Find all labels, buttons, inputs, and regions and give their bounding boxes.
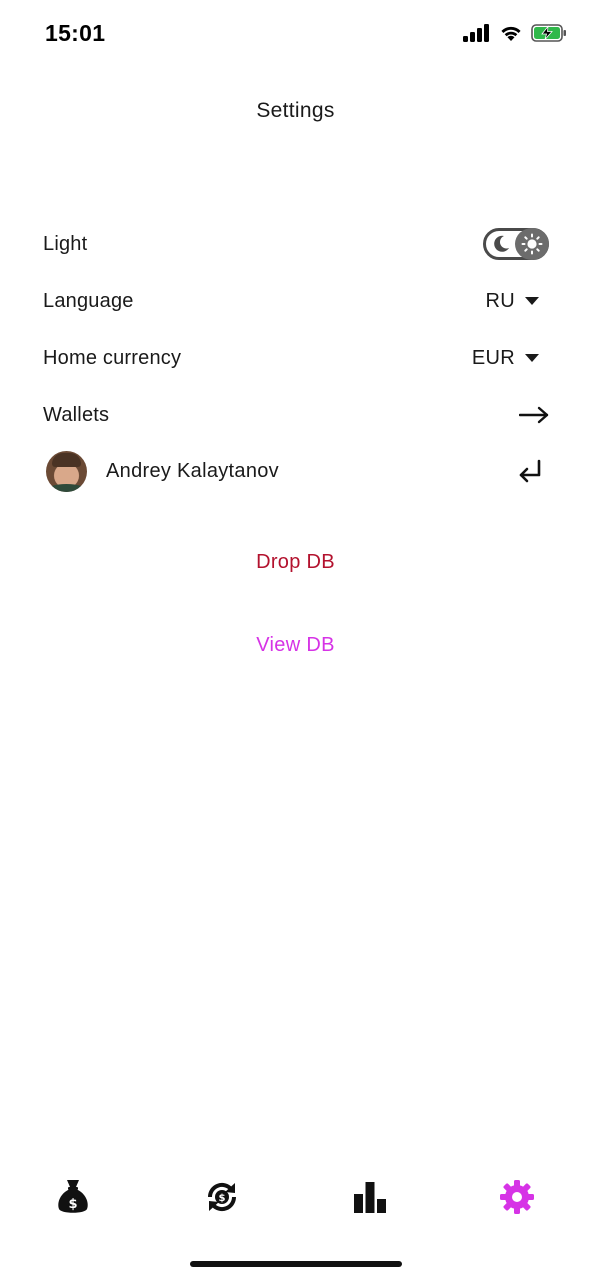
moon-icon — [494, 235, 509, 252]
theme-setting-row: Light — [43, 224, 549, 264]
language-label: Language — [43, 289, 134, 312]
toggle-knob — [515, 228, 549, 260]
home-currency-label: Home currency — [43, 346, 182, 369]
wallets-label: Wallets — [43, 403, 110, 426]
gear-icon — [500, 1180, 534, 1214]
avatar — [46, 450, 87, 492]
nav-bar-chart[interactable] — [343, 1170, 397, 1224]
sun-icon — [521, 233, 543, 255]
arrow-right-icon[interactable] — [519, 406, 549, 424]
status-bar: 15:01 — [0, 0, 591, 72]
home-currency-dropdown[interactable]: EUR — [472, 347, 549, 370]
home-indicator[interactable] — [190, 1261, 402, 1267]
nav-settings[interactable] — [490, 1170, 544, 1224]
money-bag-icon: $ — [58, 1180, 88, 1213]
currency-exchange-icon: $ — [207, 1182, 237, 1212]
nav-currency-exchange[interactable]: $ — [195, 1170, 249, 1224]
caret-down-icon — [525, 354, 539, 362]
home-currency-setting-row: Home currency EUR — [43, 338, 549, 378]
language-value: RU — [485, 289, 515, 312]
language-dropdown[interactable]: RU — [486, 290, 550, 313]
theme-toggle[interactable] — [483, 228, 549, 260]
signal-icon — [463, 24, 489, 42]
wallets-setting-row[interactable]: Wallets — [43, 395, 549, 435]
battery-charging-icon — [531, 24, 566, 42]
drop-db-button[interactable]: Drop DB — [0, 551, 591, 574]
view-db-button[interactable]: View DB — [0, 634, 591, 657]
caret-down-icon — [525, 297, 539, 305]
nav-money-bag[interactable]: $ — [46, 1170, 100, 1224]
status-time: 15:01 — [45, 20, 106, 46]
bar-chart-icon — [354, 1182, 386, 1213]
bottom-nav: $ $ — [0, 1170, 591, 1224]
svg-text:$: $ — [219, 1193, 226, 1204]
user-name: Andrey Kalaytanov — [106, 459, 279, 482]
user-info: Andrey Kalaytanov — [43, 450, 279, 492]
logout-return-icon[interactable] — [517, 458, 543, 484]
home-currency-value: EUR — [471, 346, 515, 369]
status-icons — [463, 24, 567, 42]
wifi-icon — [501, 26, 521, 41]
page-title: Settings — [256, 99, 335, 122]
language-setting-row: Language RU — [43, 281, 549, 321]
theme-label: Light — [43, 232, 88, 255]
svg-text:$: $ — [68, 1197, 77, 1212]
user-row: Andrey Kalaytanov — [43, 450, 549, 492]
